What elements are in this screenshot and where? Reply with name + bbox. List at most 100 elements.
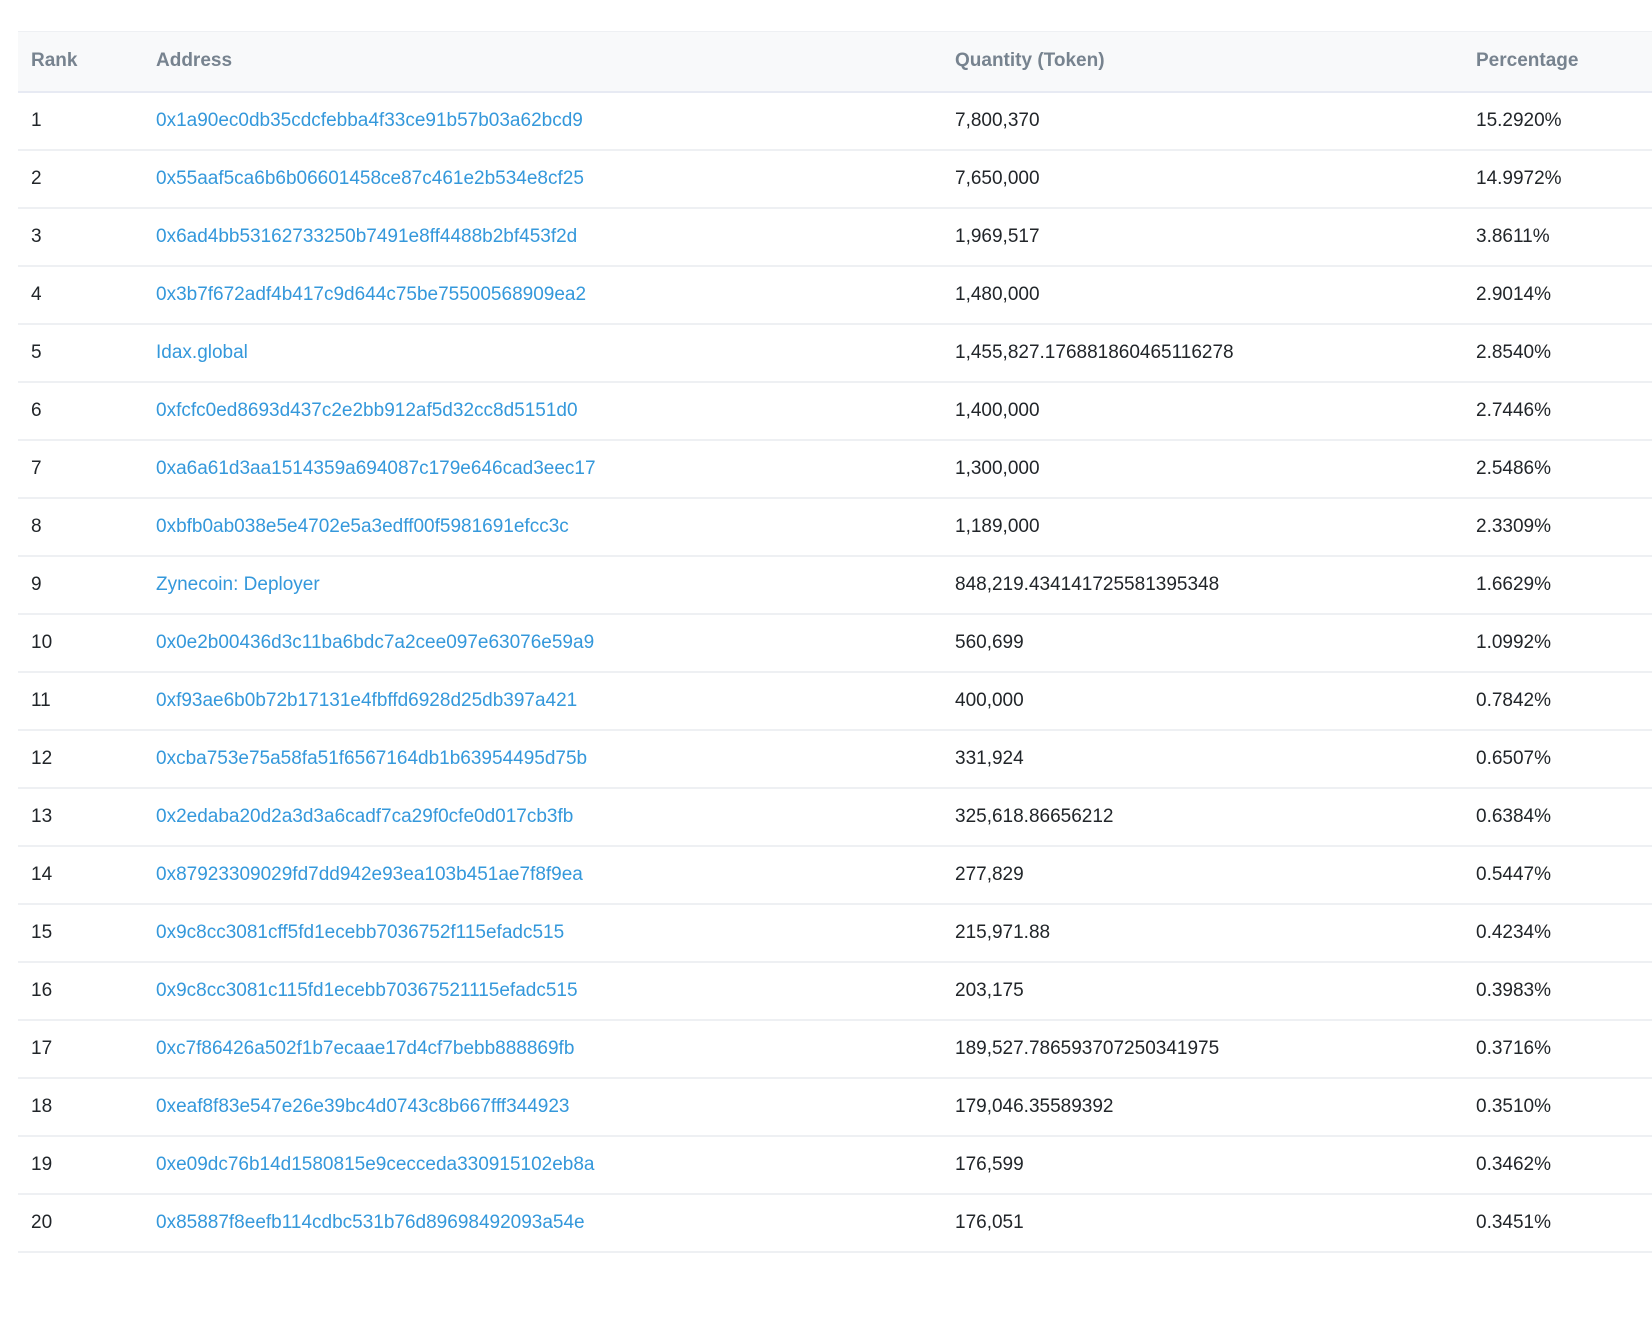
quantity-cell: 203,175: [942, 961, 1463, 1021]
quantity-cell: 176,051: [942, 1193, 1463, 1253]
rank-cell: 12: [18, 729, 143, 789]
percentage-cell: 2.7446%: [1463, 381, 1652, 441]
percentage-cell: 0.6507%: [1463, 729, 1652, 789]
table-row: 14 0x87923309029fd7dd942e93ea103b451ae7f8…: [18, 845, 1652, 905]
percentage-cell: 0.7842%: [1463, 671, 1652, 731]
quantity-cell: 331,924: [942, 729, 1463, 789]
address-cell: 0xbfb0ab038e5e4702e5a3edff00f5981691efcc…: [143, 497, 942, 557]
table-row: 10 0x0e2b00436d3c11ba6bdc7a2cee097e63076e…: [18, 613, 1652, 673]
percentage-cell: 0.4234%: [1463, 903, 1652, 963]
percentage-cell: 15.2920%: [1463, 91, 1652, 151]
address-cell: 0x85887f8eefb114cdbc531b76d89698492093a5…: [143, 1193, 942, 1253]
table-row: 13 0x2edaba20d2a3d3a6cadf7ca29f0cfe0d017c…: [18, 787, 1652, 847]
rank-cell: 13: [18, 787, 143, 847]
quantity-cell: 400,000: [942, 671, 1463, 731]
address-cell: 0xeaf8f83e547e26e39bc4d0743c8b667fff3449…: [143, 1077, 942, 1137]
percentage-cell: 2.5486%: [1463, 439, 1652, 499]
table-row: 18 0xeaf8f83e547e26e39bc4d0743c8b667fff34…: [18, 1077, 1652, 1137]
quantity-cell: 179,046.35589392: [942, 1077, 1463, 1137]
address-link[interactable]: Zynecoin: Deployer: [156, 574, 320, 595]
address-link[interactable]: 0xe09dc76b14d1580815e9cecceda330915102eb…: [156, 1154, 594, 1175]
address-link[interactable]: 0x9c8cc3081cff5fd1ecebb7036752f115efadc5…: [156, 922, 564, 943]
quantity-cell: 560,699: [942, 613, 1463, 673]
address-link[interactable]: 0x1a90ec0db35cdcfebba4f33ce91b57b03a62bc…: [156, 110, 583, 131]
address-link[interactable]: 0xeaf8f83e547e26e39bc4d0743c8b667fff3449…: [156, 1096, 569, 1117]
table-row: 5 Idax.global 1,455,827.176881860465116278…: [18, 323, 1652, 383]
percentage-cell: 0.3510%: [1463, 1077, 1652, 1137]
rank-cell: 16: [18, 961, 143, 1021]
rank-cell: 20: [18, 1193, 143, 1253]
address-link[interactable]: 0x9c8cc3081c115fd1ecebb70367521115efadc5…: [156, 980, 578, 1001]
table-body: 1 0x1a90ec0db35cdcfebba4f33ce91b57b03a62b…: [18, 91, 1652, 1253]
address-link[interactable]: 0xcba753e75a58fa51f6567164db1b63954495d7…: [156, 748, 587, 769]
percentage-cell: 3.8611%: [1463, 207, 1652, 267]
rank-cell: 7: [18, 439, 143, 499]
column-header-quantity: Quantity (Token): [942, 31, 1463, 93]
table-row: 7 0xa6a61d3aa1514359a694087c179e646cad3ee…: [18, 439, 1652, 499]
quantity-cell: 215,971.88: [942, 903, 1463, 963]
address-cell: 0x0e2b00436d3c11ba6bdc7a2cee097e63076e59…: [143, 613, 942, 673]
address-cell: Zynecoin: Deployer: [143, 555, 942, 615]
percentage-cell: 1.0992%: [1463, 613, 1652, 673]
rank-cell: 6: [18, 381, 143, 441]
address-link[interactable]: 0x0e2b00436d3c11ba6bdc7a2cee097e63076e59…: [156, 632, 594, 653]
quantity-cell: 189,527.786593707250341975: [942, 1019, 1463, 1079]
percentage-cell: 0.3716%: [1463, 1019, 1652, 1079]
table-row: 4 0x3b7f672adf4b417c9d644c75be75500568909…: [18, 265, 1652, 325]
rank-cell: 18: [18, 1077, 143, 1137]
quantity-cell: 7,650,000: [942, 149, 1463, 209]
address-link[interactable]: 0xfcfc0ed8693d437c2e2bb912af5d32cc8d5151…: [156, 400, 578, 421]
rank-cell: 14: [18, 845, 143, 905]
quantity-cell: 1,969,517: [942, 207, 1463, 267]
rank-cell: 2: [18, 149, 143, 209]
quantity-cell: 176,599: [942, 1135, 1463, 1195]
address-cell: 0xcba753e75a58fa51f6567164db1b63954495d7…: [143, 729, 942, 789]
address-link[interactable]: 0x3b7f672adf4b417c9d644c75be75500568909e…: [156, 284, 586, 305]
quantity-cell: 1,300,000: [942, 439, 1463, 499]
table-row: 19 0xe09dc76b14d1580815e9cecceda330915102…: [18, 1135, 1652, 1195]
address-link[interactable]: 0x55aaf5ca6b6b06601458ce87c461e2b534e8cf…: [156, 168, 584, 189]
address-link[interactable]: 0xf93ae6b0b72b17131e4fbffd6928d25db397a4…: [156, 690, 577, 711]
address-cell: 0x1a90ec0db35cdcfebba4f33ce91b57b03a62bc…: [143, 91, 942, 151]
address-link[interactable]: 0x87923309029fd7dd942e93ea103b451ae7f8f9…: [156, 864, 583, 885]
table-row: 16 0x9c8cc3081c115fd1ecebb70367521115efad…: [18, 961, 1652, 1021]
address-link[interactable]: 0xc7f86426a502f1b7ecaae17d4cf7bebb888869…: [156, 1038, 574, 1059]
table-row: 11 0xf93ae6b0b72b17131e4fbffd6928d25db397…: [18, 671, 1652, 731]
rank-cell: 4: [18, 265, 143, 325]
rank-cell: 19: [18, 1135, 143, 1195]
rank-cell: 5: [18, 323, 143, 383]
address-cell: 0x9c8cc3081cff5fd1ecebb7036752f115efadc5…: [143, 903, 942, 963]
quantity-cell: 1,455,827.176881860465116278: [942, 323, 1463, 383]
address-link[interactable]: 0xa6a61d3aa1514359a694087c179e646cad3eec…: [156, 458, 596, 479]
table-header-row: Rank Address Quantity (Token) Percentage: [18, 31, 1652, 93]
table-row: 2 0x55aaf5ca6b6b06601458ce87c461e2b534e8c…: [18, 149, 1652, 209]
quantity-cell: 325,618.86656212: [942, 787, 1463, 847]
address-cell: 0x2edaba20d2a3d3a6cadf7ca29f0cfe0d017cb3…: [143, 787, 942, 847]
table-row: 6 0xfcfc0ed8693d437c2e2bb912af5d32cc8d515…: [18, 381, 1652, 441]
table-row: 17 0xc7f86426a502f1b7ecaae17d4cf7bebb8888…: [18, 1019, 1652, 1079]
address-link[interactable]: Idax.global: [156, 342, 248, 363]
address-link[interactable]: 0xbfb0ab038e5e4702e5a3edff00f5981691efcc…: [156, 516, 569, 537]
rank-cell: 8: [18, 497, 143, 557]
percentage-cell: 0.6384%: [1463, 787, 1652, 847]
address-cell: 0x3b7f672adf4b417c9d644c75be75500568909e…: [143, 265, 942, 325]
percentage-cell: 2.8540%: [1463, 323, 1652, 383]
quantity-cell: 1,400,000: [942, 381, 1463, 441]
address-link[interactable]: 0x6ad4bb53162733250b7491e8ff4488b2bf453f…: [156, 226, 577, 247]
percentage-cell: 1.6629%: [1463, 555, 1652, 615]
column-header-rank: Rank: [18, 31, 143, 93]
address-link[interactable]: 0x2edaba20d2a3d3a6cadf7ca29f0cfe0d017cb3…: [156, 806, 573, 827]
address-cell: Idax.global: [143, 323, 942, 383]
table-row: 20 0x85887f8eefb114cdbc531b76d89698492093…: [18, 1193, 1652, 1253]
address-cell: 0x9c8cc3081c115fd1ecebb70367521115efadc5…: [143, 961, 942, 1021]
rank-cell: 1: [18, 91, 143, 151]
table-row: 12 0xcba753e75a58fa51f6567164db1b63954495…: [18, 729, 1652, 789]
table-row: 1 0x1a90ec0db35cdcfebba4f33ce91b57b03a62b…: [18, 91, 1652, 151]
rank-cell: 11: [18, 671, 143, 731]
address-cell: 0x6ad4bb53162733250b7491e8ff4488b2bf453f…: [143, 207, 942, 267]
quantity-cell: 1,480,000: [942, 265, 1463, 325]
address-link[interactable]: 0x85887f8eefb114cdbc531b76d89698492093a5…: [156, 1212, 585, 1233]
table-row: 9 Zynecoin: Deployer 848,219.4341417255813…: [18, 555, 1652, 615]
percentage-cell: 0.3983%: [1463, 961, 1652, 1021]
rank-cell: 17: [18, 1019, 143, 1079]
